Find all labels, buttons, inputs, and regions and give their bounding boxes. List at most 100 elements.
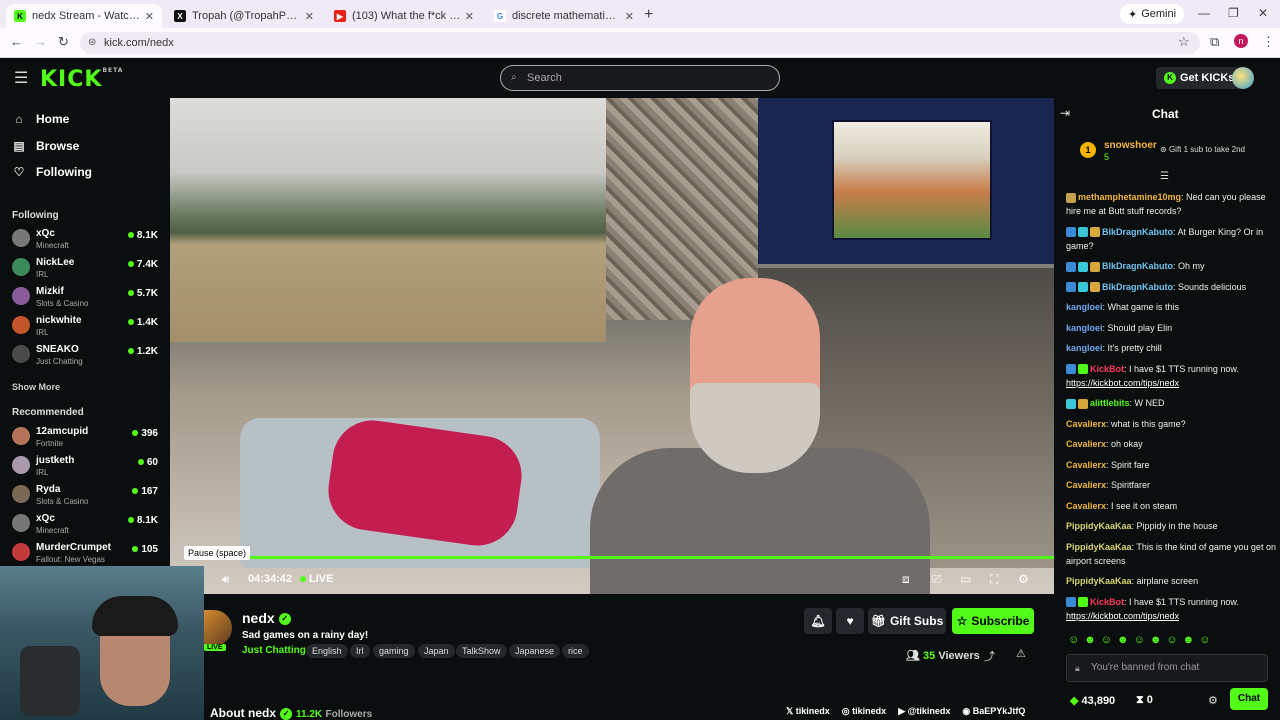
sidebar-item-browse[interactable]: ▤ Browse	[12, 136, 79, 156]
close-tab-icon[interactable]: ✕	[465, 10, 474, 23]
sidebar-item-home[interactable]: ⌂ Home	[12, 109, 69, 129]
pinned-expand-icon[interactable]: ☰	[1160, 171, 1169, 182]
tag-english[interactable]: English	[306, 644, 348, 658]
chat-username[interactable]: BlkDragnKabuto	[1102, 227, 1173, 237]
theater-mode-icon[interactable]: ▭	[960, 572, 971, 586]
top-gifter[interactable]: 1 snowshoer 5 ⊛ Gift 1 sub to take 2nd	[1080, 138, 1270, 166]
live-indicator[interactable]: LIVE	[300, 573, 333, 585]
youtube-social-link[interactable]: ▶ @tikinedx	[898, 706, 950, 717]
chat-username[interactable]: kangloei	[1066, 302, 1103, 312]
chat-username[interactable]: Cavalierx	[1066, 480, 1106, 490]
browser-tab-x[interactable]: X Tropah (@TropahPalm) / X ✕	[166, 4, 322, 28]
streamer-name[interactable]: nedx ✓	[242, 610, 291, 626]
streamer-avatar[interactable]	[204, 610, 232, 646]
chat-username[interactable]: kangloei	[1066, 343, 1103, 353]
chat-link[interactable]: https://kickbot.com/tips/nedx	[1066, 378, 1179, 388]
show-more-link[interactable]: Show More	[12, 382, 60, 392]
get-kicks-button[interactable]: K Get KICKs	[1156, 67, 1243, 89]
new-tab-button[interactable]: +	[644, 6, 653, 24]
gemini-button[interactable]: ✦ Gemini	[1120, 4, 1185, 24]
hamburger-menu-icon[interactable]: ☰	[14, 68, 28, 88]
video-progress-bar[interactable]	[186, 556, 1054, 559]
sidebar-channel-row[interactable]: Ryda Slots & Casino 167	[10, 482, 162, 510]
forward-icon[interactable]: →	[34, 34, 47, 49]
stream-category-link[interactable]: Just Chatting	[242, 645, 306, 656]
kick-logo[interactable]: KICKBETA	[40, 67, 123, 92]
address-bar[interactable]: ⊜ kick.com/nedx	[80, 32, 1200, 54]
chat-username[interactable]: PippidyKaaKaa	[1066, 576, 1132, 586]
chat-username[interactable]: methamphetamine10mg	[1078, 192, 1181, 202]
chat-username[interactable]: PippidyKaaKaa	[1066, 521, 1132, 531]
instagram-social-link[interactable]: ◎ tikinedx	[842, 706, 886, 717]
back-icon[interactable]: ←	[10, 34, 23, 49]
chat-username[interactable]: alittlebits	[1090, 398, 1130, 408]
chat-settings-icon[interactable]: ⚙	[1208, 694, 1218, 707]
subscribe-button[interactable]: ☆ Subscribe	[952, 608, 1034, 634]
user-avatar[interactable]	[1232, 67, 1254, 89]
report-icon[interactable]: ⚠	[1016, 647, 1026, 660]
close-tab-icon[interactable]: ✕	[625, 10, 634, 23]
close-window-icon[interactable]: ✕	[1258, 6, 1268, 20]
reload-icon[interactable]: ↻	[58, 34, 69, 50]
fullscreen-icon[interactable]: ⛶	[990, 572, 998, 587]
tag-rice[interactable]: rice	[562, 644, 589, 658]
sidebar-channel-row[interactable]: Mizkif Slots & Casino 5.7K	[10, 284, 162, 312]
bookmark-star-icon[interactable]: ☆	[1178, 34, 1190, 50]
extensions-icon[interactable]: ⧉	[1210, 34, 1219, 50]
maximize-icon[interactable]: ❐	[1228, 6, 1239, 20]
chat-username[interactable]: Cavalierx	[1066, 419, 1106, 429]
browser-tab-youtube[interactable]: ▶ (103) What the f*ck is going on ✕	[326, 4, 482, 28]
emote-bar[interactable]: ☺☻☺☻☺☻☺☻☺	[1068, 634, 1215, 646]
minimize-icon[interactable]: —	[1198, 6, 1210, 20]
site-info-icon[interactable]: ⊜	[88, 32, 96, 54]
sidebar-channel-row[interactable]: SNEAKO Just Chatting 1.2K	[10, 342, 162, 370]
chat-username[interactable]: BlkDragnKabuto	[1102, 282, 1173, 292]
chat-username[interactable]: BlkDragnKabuto	[1102, 261, 1173, 271]
browser-menu-icon[interactable]: ⋮	[1262, 34, 1275, 50]
discord-social-link[interactable]: ◉ BaEPYkJtfQ	[962, 706, 1025, 717]
chat-username[interactable]: PippidyKaaKaa	[1066, 542, 1132, 552]
x-social-link[interactable]: 𝕏 tikinedx	[786, 706, 830, 717]
sidebar-channel-row[interactable]: nickwhite IRL 1.4K	[10, 313, 162, 341]
notification-bell-button[interactable]: 🔔︎	[804, 608, 832, 634]
browser-tab-google[interactable]: G discrete mathematics - Google ✕	[486, 4, 642, 28]
chat-username[interactable]: KickBot	[1090, 597, 1124, 607]
chat-send-button[interactable]: Chat	[1230, 688, 1268, 710]
follow-heart-button[interactable]: ♥	[836, 608, 864, 634]
volume-icon[interactable]: 🔊︎	[222, 572, 230, 587]
clip-icon[interactable]: ⎚	[932, 572, 942, 587]
browser-tab-kick[interactable]: K nedx Stream - Watch Live on Kick ✕	[6, 4, 162, 28]
tag-talkshow[interactable]: TalkShow	[456, 644, 507, 658]
collapse-chat-icon[interactable]: ⇥	[1060, 106, 1070, 120]
tag-japanese[interactable]: Japanese	[509, 644, 561, 658]
chat-username[interactable]: Cavalierx	[1066, 439, 1106, 449]
close-tab-icon[interactable]: ✕	[305, 10, 314, 23]
sidebar-item-following[interactable]: ♡ Following	[12, 162, 92, 182]
video-player[interactable]	[170, 98, 1054, 594]
tag-japan[interactable]: Japan	[418, 644, 455, 658]
sidebar-channel-row[interactable]: xQc Minecraft 8.1K	[10, 511, 162, 539]
chat-username[interactable]: KickBot	[1090, 364, 1124, 374]
sidebar-channel-row[interactable]: justketh IRL 60	[10, 453, 162, 481]
chat-username[interactable]: kangloei	[1066, 323, 1103, 333]
settings-gear-icon[interactable]: ⚙	[1018, 572, 1029, 586]
tag-gaming[interactable]: gaming	[373, 644, 415, 658]
chat-username[interactable]: Cavalierx	[1066, 501, 1106, 511]
miniplayer-icon[interactable]: ⧈	[902, 572, 910, 587]
channel-points[interactable]: ◆ 43,890	[1070, 694, 1115, 707]
search-input[interactable]: ⌕ Search	[500, 65, 780, 91]
tag-irl[interactable]: Irl	[350, 644, 370, 658]
browser-profile-avatar[interactable]: n	[1234, 34, 1248, 48]
sidebar-channel-row[interactable]: MurderCrumpet Fallout: New Vegas 105	[10, 540, 162, 568]
sidebar-channel-row[interactable]: xQc Minecraft 8.1K	[10, 226, 162, 254]
sidebar-channel-row[interactable]: 12amcupid Fortnite 396	[10, 424, 162, 452]
chat-username[interactable]: Cavalierx	[1066, 460, 1106, 470]
share-icon[interactable]: ⤴	[984, 648, 995, 664]
chat-link[interactable]: https://kickbot.com/tips/nedx	[1066, 611, 1179, 621]
gift-subs-button[interactable]: 🎁︎ Gift Subs	[868, 608, 946, 634]
chat-counter[interactable]: ⧗ 0	[1136, 694, 1153, 707]
gift-to-take-2nd[interactable]: ⊛ Gift 1 sub to take 2nd	[1160, 145, 1245, 154]
sidebar-channel-row[interactable]: NickLee IRL 7.4K	[10, 255, 162, 283]
chat-input[interactable]: 🔒︎ You're banned from chat	[1066, 654, 1268, 682]
close-tab-icon[interactable]: ✕	[145, 10, 154, 23]
